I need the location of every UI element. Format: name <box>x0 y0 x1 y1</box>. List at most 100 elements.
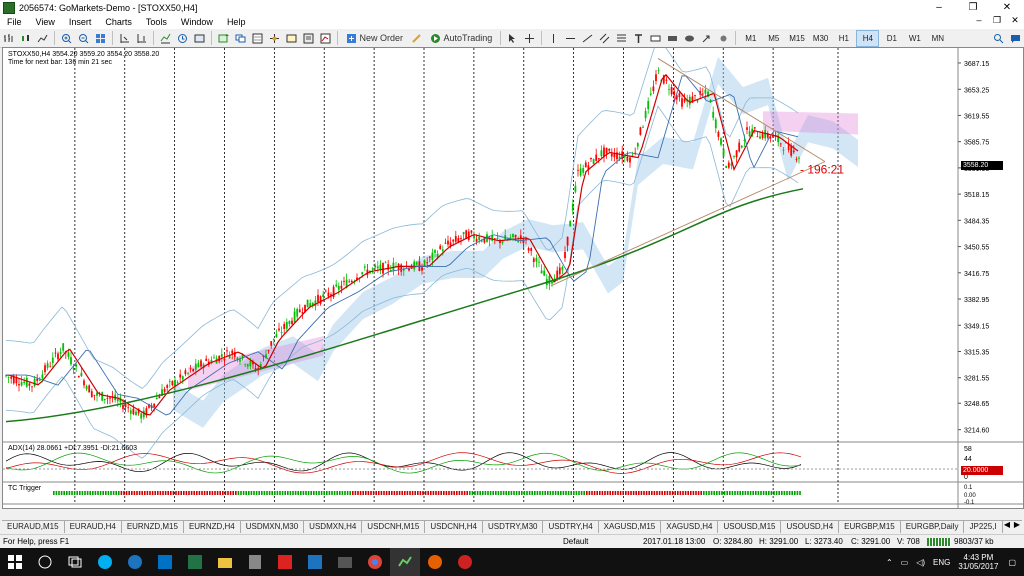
market-watch-icon[interactable] <box>250 31 265 46</box>
tab-chart[interactable]: USOUSD,H4 <box>781 521 840 533</box>
crosshair-icon[interactable] <box>522 31 537 46</box>
new-order-button[interactable]: New Order <box>342 30 407 47</box>
outlook-icon[interactable] <box>150 548 180 576</box>
tab-scroll-left-icon[interactable]: ◀ <box>1002 520 1012 532</box>
price-chart[interactable]: 3687.153653.253619.553585.753551.953518.… <box>3 48 1023 508</box>
tab-chart[interactable]: USDTRY,H4 <box>543 521 599 533</box>
task-view-icon[interactable] <box>60 548 90 576</box>
chrome-icon[interactable] <box>360 548 390 576</box>
candlestick-icon[interactable] <box>18 31 33 46</box>
rectangle-icon[interactable] <box>665 31 680 46</box>
menu-help[interactable]: Help <box>220 17 253 27</box>
data-window-icon[interactable] <box>284 31 299 46</box>
skype-icon[interactable] <box>90 548 120 576</box>
calculator-icon[interactable] <box>240 548 270 576</box>
maximize-button[interactable]: ❐ <box>956 0 990 15</box>
bar-chart-icon[interactable] <box>1 31 16 46</box>
network-icon[interactable]: ▭ <box>901 558 909 567</box>
edge-icon[interactable] <box>120 548 150 576</box>
menu-insert[interactable]: Insert <box>62 17 99 27</box>
file-explorer-icon[interactable] <box>210 548 240 576</box>
timeframe-m15[interactable]: M15 <box>786 31 808 46</box>
fibonacci-icon[interactable] <box>614 31 629 46</box>
zoom-in-icon[interactable] <box>59 31 74 46</box>
indicators-icon[interactable] <box>158 31 173 46</box>
firefox-icon[interactable] <box>420 548 450 576</box>
store-icon[interactable] <box>330 548 360 576</box>
tab-chart[interactable]: USDCNH,M15 <box>362 521 426 533</box>
autoscroll-icon[interactable] <box>117 31 132 46</box>
chat-icon[interactable] <box>1008 31 1023 46</box>
tab-chart[interactable]: XAGUSD,M15 <box>599 521 662 533</box>
trendline-icon[interactable] <box>580 31 595 46</box>
mdi-restore-button[interactable]: ❐ <box>988 15 1006 26</box>
tab-chart[interactable]: EURGBP,Daily <box>901 521 965 533</box>
search-icon[interactable] <box>991 31 1006 46</box>
ellipse-icon[interactable] <box>682 31 697 46</box>
excel-icon[interactable] <box>180 548 210 576</box>
periods-icon[interactable] <box>175 31 190 46</box>
kogan-icon[interactable] <box>270 548 300 576</box>
notifications-icon[interactable]: ▢ <box>1008 558 1016 567</box>
chart-window[interactable]: 3687.153653.253619.553585.753551.953518.… <box>2 47 1024 509</box>
metatrader-icon[interactable] <box>390 548 420 576</box>
tab-scroll-right-icon[interactable]: ▶ <box>1012 520 1022 532</box>
tab-chart[interactable]: USDMXN,H4 <box>304 521 363 533</box>
zoom-out-icon[interactable] <box>76 31 91 46</box>
app-red-icon[interactable] <box>450 548 480 576</box>
timeframe-m1[interactable]: M1 <box>740 31 761 46</box>
tab-chart[interactable]: EURAUD,H4 <box>65 521 122 533</box>
minimize-button[interactable]: – <box>922 0 956 15</box>
autotrading-button[interactable]: AutoTrading <box>426 30 496 47</box>
profiles-icon[interactable] <box>233 31 248 46</box>
menu-charts[interactable]: Charts <box>98 17 139 27</box>
vertical-line-icon[interactable] <box>546 31 561 46</box>
timeframe-d1[interactable]: D1 <box>881 31 902 46</box>
timeframe-h4[interactable]: H4 <box>856 29 880 47</box>
volume-icon[interactable]: ◁) <box>916 558 925 567</box>
start-icon[interactable] <box>0 548 30 576</box>
clock[interactable]: 4:43 PM 31/05/2017 <box>958 553 998 571</box>
arrows-icon[interactable] <box>699 31 714 46</box>
more-objects-icon[interactable] <box>716 31 731 46</box>
menu-tools[interactable]: Tools <box>139 17 174 27</box>
templates-icon[interactable] <box>192 31 207 46</box>
line-chart-icon[interactable] <box>35 31 50 46</box>
new-chart-icon[interactable] <box>216 31 231 46</box>
tab-chart[interactable]: EURAUD,M15 <box>2 521 65 533</box>
close-button[interactable]: ✕ <box>990 0 1024 15</box>
tab-chart[interactable]: XAGUSD,H4 <box>661 521 719 533</box>
language-indicator[interactable]: ENG <box>933 558 950 567</box>
channel-icon[interactable] <box>597 31 612 46</box>
horizontal-line-icon[interactable] <box>563 31 578 46</box>
text-icon[interactable] <box>631 31 646 46</box>
tab-chart[interactable]: USDCNH,H4 <box>425 521 483 533</box>
tab-chart[interactable]: USDMXN,M30 <box>241 521 305 533</box>
chart-shift-icon[interactable] <box>134 31 149 46</box>
tray-chevron-icon[interactable]: ⌃ <box>886 558 893 567</box>
timeframe-mn[interactable]: MN <box>927 31 948 46</box>
terminal-icon[interactable] <box>301 31 316 46</box>
cursor-icon[interactable] <box>505 31 520 46</box>
tab-chart[interactable]: EURGBP,M15 <box>839 521 901 533</box>
mdi-close-button[interactable]: ✕ <box>1006 15 1024 26</box>
menu-file[interactable]: File <box>0 17 29 27</box>
tile-windows-icon[interactable] <box>93 31 108 46</box>
timeframe-h1[interactable]: H1 <box>833 31 854 46</box>
timeframe-m5[interactable]: M5 <box>763 31 784 46</box>
timeframe-m30[interactable]: M30 <box>810 31 832 46</box>
text-label-icon[interactable] <box>648 31 663 46</box>
tab-chart[interactable]: EURNZD,M15 <box>122 521 184 533</box>
mdi-minimize-button[interactable]: – <box>970 15 988 26</box>
navigator-icon[interactable] <box>267 31 282 46</box>
menu-window[interactable]: Window <box>174 17 220 27</box>
search-icon[interactable] <box>30 548 60 576</box>
tab-chart[interactable]: USDTRY,M30 <box>483 521 544 533</box>
strategy-tester-icon[interactable] <box>318 31 333 46</box>
tab-chart[interactable]: EURNZD,H4 <box>184 521 241 533</box>
menu-view[interactable]: View <box>29 17 62 27</box>
tab-chart[interactable]: USOUSD,M15 <box>718 521 782 533</box>
tab-chart[interactable]: JP225,I <box>964 521 1003 533</box>
metaeditor-icon[interactable] <box>409 31 424 46</box>
security-icon[interactable] <box>300 548 330 576</box>
